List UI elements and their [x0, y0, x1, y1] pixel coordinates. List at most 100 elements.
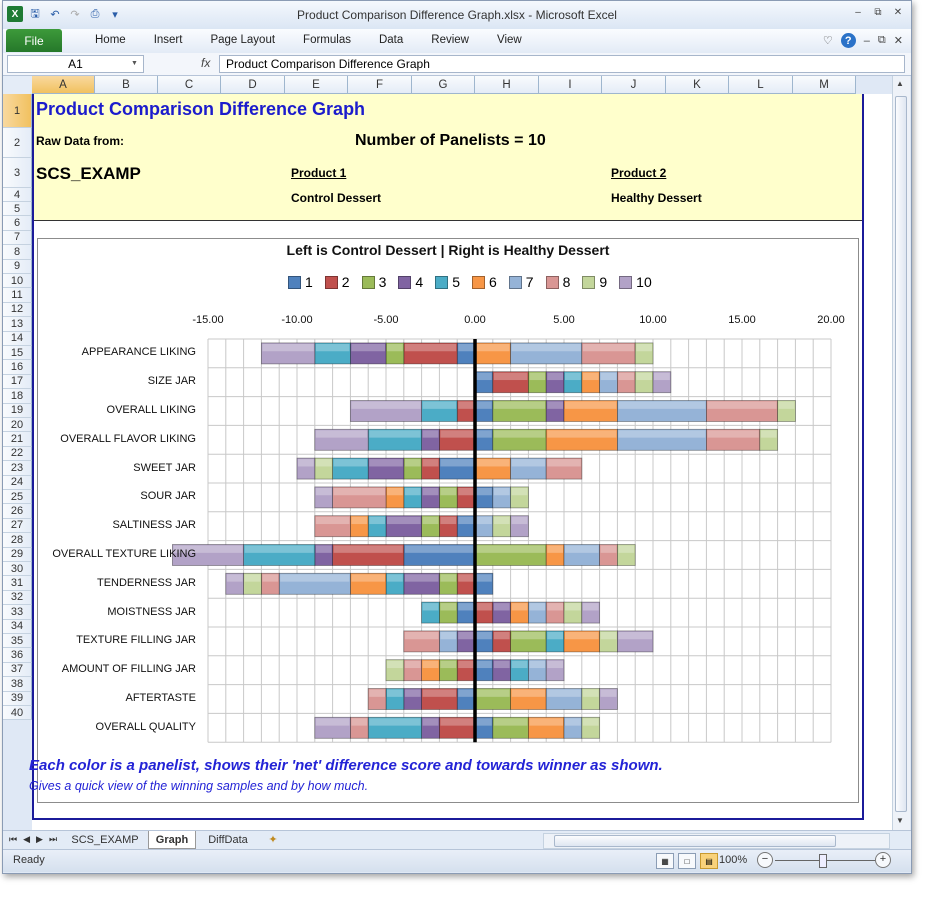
- sheet-tab-graph[interactable]: Graph: [148, 831, 196, 849]
- bar-segment-highlight: [458, 660, 474, 669]
- name-box-dropdown-icon[interactable]: ▼: [131, 60, 138, 67]
- horizontal-scroll-thumb[interactable]: [554, 835, 836, 847]
- row-header[interactable]: 33: [3, 605, 32, 620]
- row-header[interactable]: 5: [3, 202, 32, 217]
- scroll-up-icon[interactable]: ▲: [896, 79, 904, 88]
- column-header[interactable]: D: [221, 76, 285, 94]
- row-header[interactable]: 34: [3, 619, 32, 634]
- row-header[interactable]: 11: [3, 288, 32, 303]
- horizontal-scrollbar[interactable]: [543, 833, 890, 849]
- row-header[interactable]: 32: [3, 590, 32, 606]
- next-sheet-icon[interactable]: ▶: [36, 834, 43, 845]
- row-header[interactable]: 38: [3, 677, 32, 692]
- row-header[interactable]: 36: [3, 648, 32, 663]
- column-header[interactable]: E: [285, 76, 348, 94]
- column-header[interactable]: A: [32, 76, 95, 94]
- row-header[interactable]: 17: [3, 374, 32, 390]
- column-header[interactable]: I: [539, 76, 602, 94]
- column-header[interactable]: L: [729, 76, 793, 94]
- ribbon-tab-review[interactable]: Review: [417, 34, 483, 46]
- row-header[interactable]: 13: [3, 317, 32, 332]
- ribbon-tab-home[interactable]: Home: [81, 34, 140, 46]
- row-header[interactable]: 30: [3, 562, 32, 577]
- workbook-restore-icon[interactable]: ⧉: [878, 34, 886, 47]
- row-header[interactable]: 35: [3, 634, 32, 649]
- name-box[interactable]: A1: [7, 55, 144, 73]
- ribbon-tab-page-layout[interactable]: Page Layout: [196, 34, 289, 46]
- row-header[interactable]: 1: [3, 94, 32, 128]
- zoom-slider-thumb[interactable]: [819, 854, 827, 868]
- row-header[interactable]: 25: [3, 490, 32, 505]
- column-header[interactable]: H: [475, 76, 539, 94]
- row-header[interactable]: 3: [3, 158, 32, 188]
- row-header[interactable]: 20: [3, 418, 32, 433]
- vertical-scrollbar[interactable]: ▲ ▼: [892, 76, 910, 830]
- row-header[interactable]: 15: [3, 346, 32, 361]
- row-header[interactable]: 39: [3, 691, 32, 706]
- row-header[interactable]: 10: [3, 274, 32, 289]
- close-icon[interactable]: ✕: [891, 5, 905, 19]
- formula-input[interactable]: Product Comparison Difference Graph: [219, 55, 905, 73]
- ribbon-tab-view[interactable]: View: [483, 34, 536, 46]
- row-header[interactable]: 29: [3, 547, 32, 562]
- category-label: AMOUNT OF FILLING JAR: [61, 663, 196, 676]
- prev-sheet-icon[interactable]: ◀: [23, 834, 30, 845]
- row-header[interactable]: 4: [3, 188, 32, 202]
- row-header[interactable]: 7: [3, 230, 32, 246]
- row-header[interactable]: 12: [3, 302, 32, 318]
- ribbon-tab-data[interactable]: Data: [365, 34, 417, 46]
- normal-view-icon[interactable]: ▦: [656, 853, 674, 869]
- zoom-level[interactable]: 100%: [719, 854, 747, 866]
- select-all-corner[interactable]: [3, 76, 33, 95]
- row-header[interactable]: 6: [3, 216, 32, 231]
- minimize-ribbon-icon[interactable]: ♡: [823, 34, 833, 47]
- column-header[interactable]: B: [95, 76, 158, 94]
- vertical-scroll-thumb[interactable]: [895, 96, 907, 812]
- row-header[interactable]: 28: [3, 533, 32, 548]
- restore-icon[interactable]: ⧉: [871, 5, 885, 19]
- workbook-close-icon[interactable]: ✕: [894, 34, 903, 47]
- row-header[interactable]: 37: [3, 662, 32, 678]
- row-header[interactable]: 8: [3, 245, 32, 260]
- ribbon-tab-formulas[interactable]: Formulas: [289, 34, 365, 46]
- column-header[interactable]: F: [348, 76, 412, 94]
- row-header[interactable]: 40: [3, 706, 32, 721]
- row-header[interactable]: 2: [3, 128, 32, 158]
- ribbon-tab-insert[interactable]: Insert: [140, 34, 197, 46]
- row-header[interactable]: 14: [3, 331, 32, 346]
- workbook-minimize-icon[interactable]: –: [864, 35, 870, 47]
- sheet-tab-diffdata[interactable]: DiffData: [199, 831, 257, 848]
- row-header[interactable]: 31: [3, 576, 32, 591]
- column-header[interactable]: M: [793, 76, 856, 94]
- column-header[interactable]: J: [602, 76, 666, 94]
- column-header[interactable]: G: [412, 76, 475, 94]
- help-icon[interactable]: ?: [840, 33, 856, 48]
- file-tab[interactable]: File: [6, 29, 62, 52]
- minimize-icon[interactable]: –: [851, 5, 865, 19]
- insert-sheet-icon[interactable]: ✦: [261, 831, 285, 848]
- column-header[interactable]: K: [666, 76, 729, 94]
- zoom-in-icon[interactable]: +: [875, 852, 891, 868]
- row-header[interactable]: 27: [3, 518, 32, 534]
- sheet-tab-scs-examp[interactable]: SCS_EXAMP: [65, 831, 145, 848]
- row-header[interactable]: 9: [3, 259, 32, 274]
- note-primary: Each color is a panelist, shows their 'n…: [29, 757, 663, 774]
- row-header[interactable]: 24: [3, 475, 32, 490]
- row-header[interactable]: 23: [3, 461, 32, 476]
- row-header[interactable]: 18: [3, 389, 32, 404]
- row-header[interactable]: 22: [3, 446, 32, 462]
- row-header[interactable]: 21: [3, 432, 32, 447]
- difference-chart[interactable]: Left is Control Dessert | Right is Healt…: [37, 238, 859, 803]
- page-break-view-icon[interactable]: ▤: [700, 853, 718, 869]
- insert-function-icon[interactable]: fx: [201, 56, 210, 70]
- row-header[interactable]: 16: [3, 360, 32, 375]
- bar-segment-highlight: [404, 343, 457, 352]
- page-layout-view-icon[interactable]: □: [678, 853, 696, 869]
- zoom-out-icon[interactable]: −: [757, 852, 773, 868]
- last-sheet-icon[interactable]: ⏭: [49, 834, 57, 845]
- scroll-down-icon[interactable]: ▼: [896, 816, 904, 825]
- row-header[interactable]: 19: [3, 403, 32, 418]
- column-header[interactable]: C: [158, 76, 221, 94]
- row-header[interactable]: 26: [3, 504, 32, 519]
- first-sheet-icon[interactable]: ⏮: [9, 834, 17, 845]
